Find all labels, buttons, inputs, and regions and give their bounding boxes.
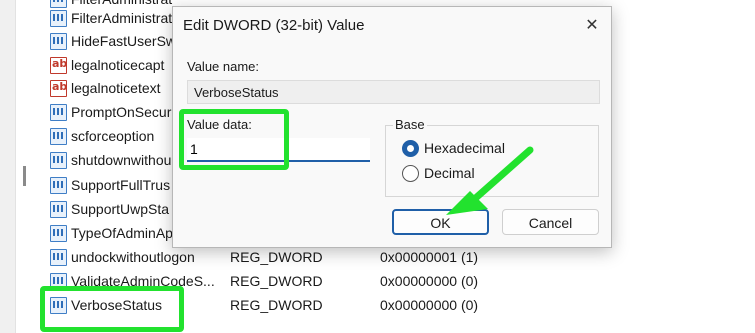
pointer-arrow-icon <box>446 146 534 215</box>
